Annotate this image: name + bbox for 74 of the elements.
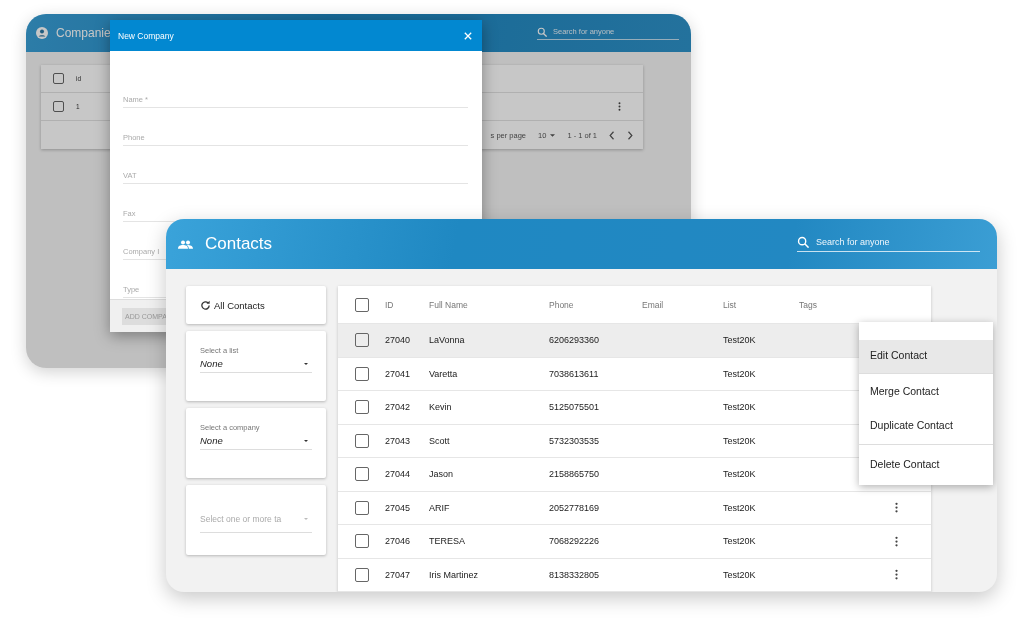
table-cell-text: 27043 [385, 435, 412, 446]
table-cell-text: Test20K [723, 435, 757, 446]
more-options-icon[interactable] [894, 502, 898, 514]
more-options-icon[interactable] [894, 569, 898, 581]
table-cell-text: Test20K [723, 335, 757, 346]
menu-item[interactable]: Edit Contact [859, 340, 993, 374]
caret-icon [304, 439, 308, 442]
table-cell-text: 2052778169 [549, 502, 601, 513]
window-title: Contacts [205, 234, 273, 254]
table-cell-text: 5732303535 [549, 435, 601, 446]
table-cell-text: 27046 [385, 536, 412, 547]
table-cell-text: ARIF [429, 502, 451, 513]
close-icon[interactable] [464, 31, 472, 40]
table-cell-text: 27041 [385, 368, 412, 379]
table-cell-text: 27045 [385, 502, 412, 513]
table-cell-text: Test20K [723, 502, 757, 513]
table-cell-text: 27044 [385, 469, 412, 480]
account-circle-icon [36, 27, 48, 39]
chevron-right-icon[interactable] [627, 130, 633, 140]
column-header: ID [385, 299, 395, 310]
people-icon [178, 239, 193, 249]
table-cell-text: Test20K [723, 368, 757, 379]
table-cell-text: LaVonna [429, 335, 466, 346]
menu-item[interactable]: Duplicate Contact [859, 408, 993, 442]
checkbox[interactable] [355, 567, 369, 582]
caret-icon [550, 133, 556, 137]
checkbox[interactable] [355, 500, 369, 515]
dialog-title: New Company [118, 30, 174, 41]
column-header: Phone [549, 299, 575, 310]
table-cell-text: 5125075501 [549, 402, 601, 413]
menu-item[interactable]: Delete Contact [859, 447, 993, 481]
checkbox[interactable] [355, 366, 369, 381]
table-cell-text: 8138332805 [549, 569, 601, 580]
table-cell-text: Varetta [429, 368, 459, 379]
more-options-icon[interactable] [894, 535, 898, 547]
checkbox[interactable] [355, 433, 369, 448]
checkbox[interactable] [355, 467, 369, 482]
table-cell-text: Jason [429, 469, 455, 480]
column-header: Tags [799, 299, 818, 310]
checkbox[interactable] [53, 101, 64, 112]
table-cell-text: Iris Martinez [429, 569, 479, 580]
table-cell-text: 2158865750 [549, 469, 601, 480]
column-header: List [723, 299, 738, 310]
search-field[interactable]: Search for anyone [797, 236, 980, 252]
table-cell-text: Test20K [723, 469, 757, 480]
caret-icon [304, 518, 308, 520]
refresh-icon [200, 299, 211, 311]
checkbox[interactable] [355, 400, 369, 415]
caret-icon [304, 362, 308, 365]
all-contacts-button[interactable]: All Contacts [186, 286, 326, 324]
table-cell-text: Test20K [723, 536, 757, 547]
more-options-icon[interactable] [618, 102, 621, 111]
table-cell-text: Scott [429, 435, 451, 446]
column-header: Full Name [429, 299, 469, 310]
column-header: Email [642, 299, 665, 310]
table-cell-text: 27040 [385, 335, 412, 346]
table-cell-text: Test20K [723, 569, 757, 580]
checkbox[interactable] [53, 73, 64, 84]
chevron-left-icon[interactable] [609, 130, 615, 140]
table-cell-text: 7068292226 [549, 536, 601, 547]
table-cell-text: 27047 [385, 569, 412, 580]
checkbox[interactable] [355, 534, 369, 549]
menu-item[interactable]: Merge Contact [859, 374, 993, 408]
checkbox[interactable] [355, 333, 369, 348]
table-cell-text: TERESA [429, 536, 466, 547]
table-cell-text: Kevin [429, 402, 453, 413]
window-title: Companie [56, 26, 110, 40]
table-cell-text: Test20K [723, 402, 757, 413]
checkbox[interactable] [355, 297, 369, 312]
table-cell-text: 6206293360 [549, 335, 601, 346]
search-icon [797, 236, 809, 248]
search-icon [537, 26, 547, 37]
table-cell-text: 27042 [385, 402, 412, 413]
table-cell-text: 7038613611 [549, 368, 600, 379]
